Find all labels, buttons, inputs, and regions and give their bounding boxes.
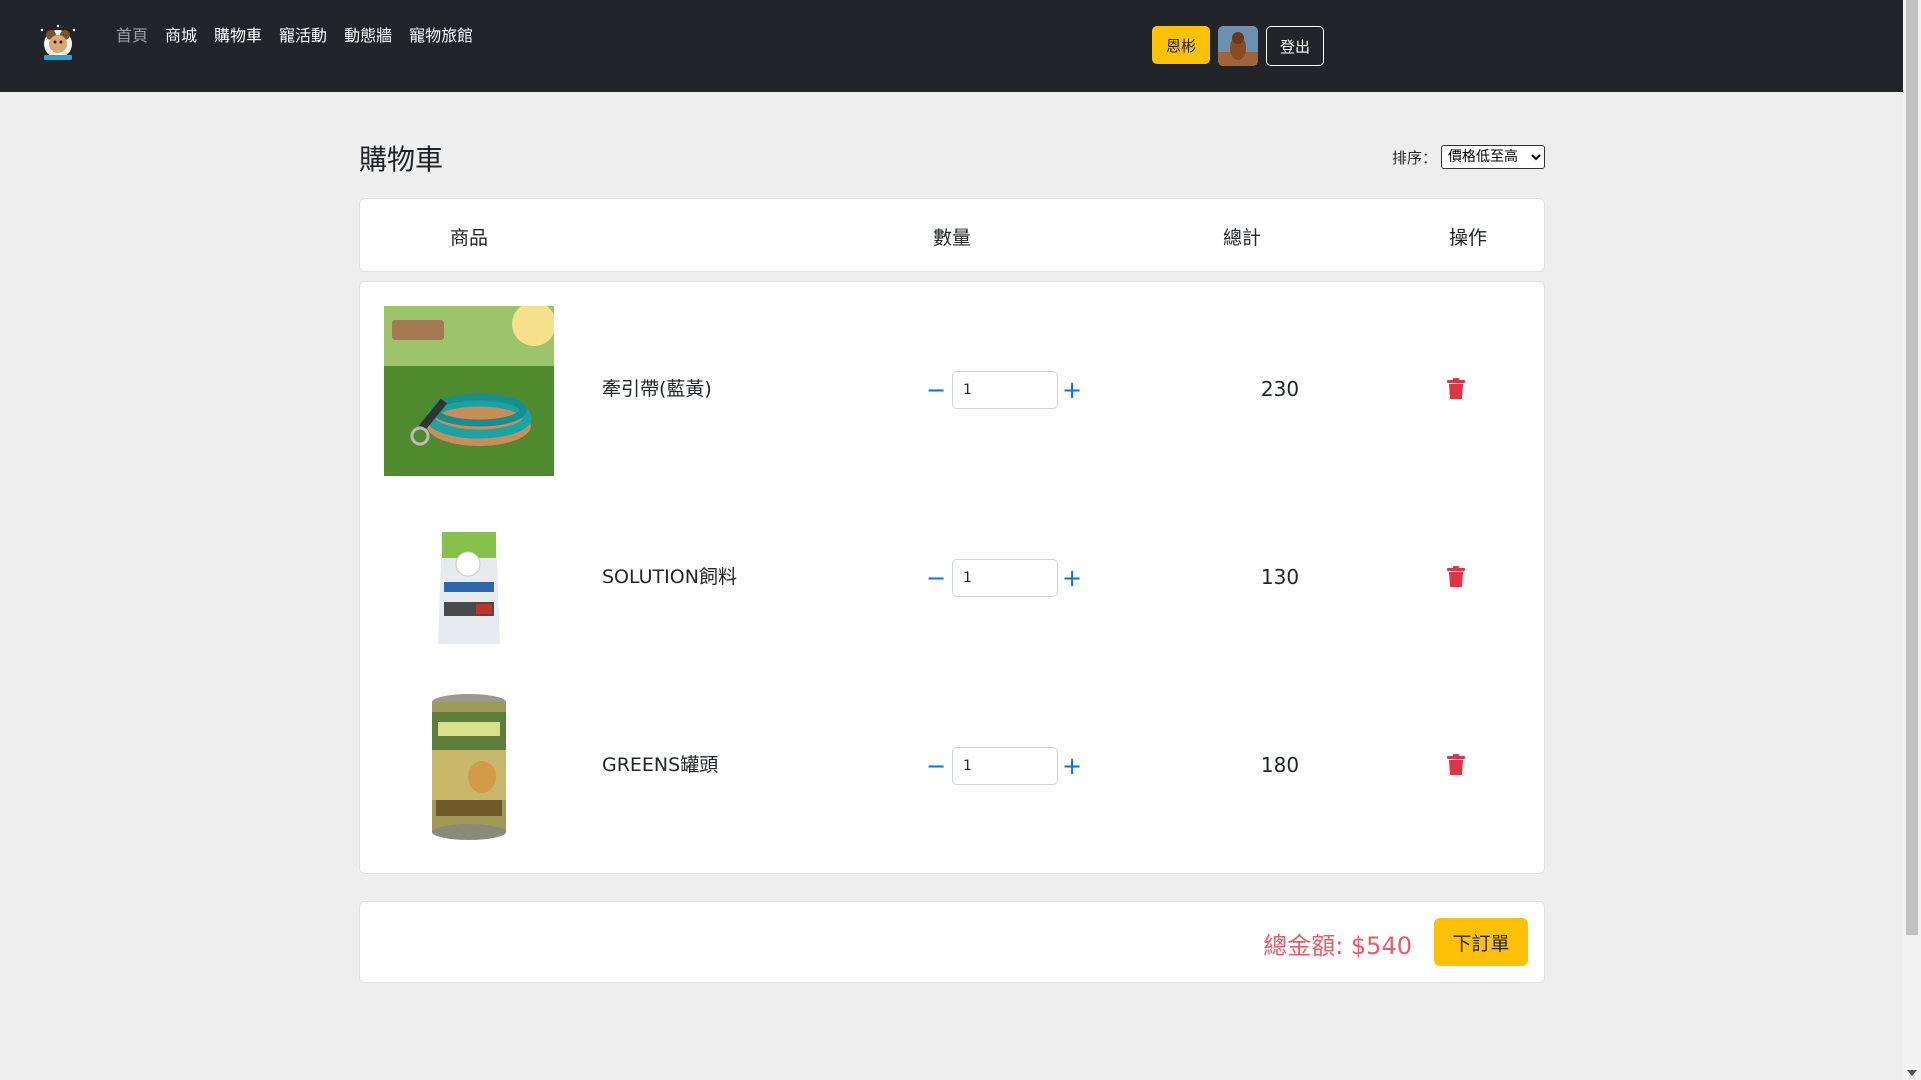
- sort-label: 排序：: [1392, 148, 1438, 167]
- avatar[interactable]: [1218, 26, 1258, 66]
- product-image-food-can: [384, 682, 554, 852]
- header-action: 操作: [1448, 227, 1488, 249]
- minus-icon: −: [925, 752, 947, 780]
- trash-icon: [1447, 378, 1465, 399]
- cart-table-header: 商品 數量 總計 操作: [359, 198, 1545, 272]
- sort-select[interactable]: 價格低至高: [1441, 145, 1546, 169]
- cart-summary: 總金額: $540 下訂單: [359, 901, 1545, 983]
- plus-icon: +: [1061, 752, 1083, 780]
- grand-total: 總金額: $540: [1263, 932, 1412, 960]
- user-name-button[interactable]: 恩彬: [1152, 26, 1210, 64]
- main-nav: 首頁 商城 購物車 寵活動 動態牆 寵物旅館: [116, 26, 473, 46]
- decrease-quantity-button[interactable]: −: [922, 752, 950, 780]
- quantity-input[interactable]: [952, 371, 1058, 409]
- quantity-stepper: − +: [922, 371, 1086, 409]
- item-name: 牽引帶(藍黃): [602, 378, 712, 400]
- header-quantity: 數量: [932, 227, 972, 249]
- nav-pet-events[interactable]: 寵活動: [279, 26, 327, 46]
- nav-home[interactable]: 首頁: [116, 26, 148, 46]
- quantity-stepper: − +: [922, 747, 1086, 785]
- nav-shop[interactable]: 商城: [165, 26, 197, 46]
- cart-row: SOLUTION飼料 − + 130: [360, 470, 1544, 658]
- delete-item-button[interactable]: [1447, 754, 1471, 780]
- delete-item-button[interactable]: [1447, 566, 1471, 592]
- product-image-leash: [384, 306, 554, 476]
- place-order-button[interactable]: 下訂單: [1434, 918, 1528, 966]
- delete-item-button[interactable]: [1447, 378, 1471, 404]
- nav-cart[interactable]: 購物車: [214, 26, 262, 46]
- item-name: GREENS罐頭: [602, 754, 719, 776]
- logout-button[interactable]: 登出: [1266, 26, 1324, 66]
- nav-feed[interactable]: 動態牆: [344, 26, 392, 46]
- increase-quantity-button[interactable]: +: [1058, 564, 1086, 592]
- sort-control: 排序： 價格低至高: [1392, 145, 1546, 169]
- quantity-input[interactable]: [952, 559, 1058, 597]
- quantity-stepper: − +: [922, 559, 1086, 597]
- trash-icon: [1447, 754, 1465, 775]
- decrease-quantity-button[interactable]: −: [922, 376, 950, 404]
- cart-items: 牽引帶(藍黃) − + 230 SOLUTION: [359, 281, 1545, 874]
- item-total: 130: [1260, 565, 1300, 589]
- page-scrollbar[interactable]: [1903, 0, 1921, 1080]
- plus-icon: +: [1061, 376, 1083, 404]
- trash-icon: [1447, 566, 1465, 587]
- minus-icon: −: [925, 376, 947, 404]
- quantity-input[interactable]: [952, 747, 1058, 785]
- item-total: 180: [1260, 753, 1300, 777]
- header-total: 總計: [1222, 227, 1262, 249]
- increase-quantity-button[interactable]: +: [1058, 752, 1086, 780]
- minus-icon: −: [925, 564, 947, 592]
- product-image-food-bag: [384, 494, 554, 664]
- page-title: 購物車: [359, 143, 444, 176]
- scroll-down-arrow-icon[interactable]: [1907, 1070, 1917, 1076]
- increase-quantity-button[interactable]: +: [1058, 376, 1086, 404]
- site-logo[interactable]: [36, 22, 80, 66]
- decrease-quantity-button[interactable]: −: [922, 564, 950, 592]
- scrollbar-thumb[interactable]: [1906, 0, 1918, 935]
- item-name: SOLUTION飼料: [602, 566, 737, 588]
- item-total: 230: [1260, 377, 1300, 401]
- nav-pet-hotel[interactable]: 寵物旅館: [409, 26, 473, 46]
- header-product: 商品: [449, 227, 489, 249]
- plus-icon: +: [1061, 564, 1083, 592]
- cart-row: 牽引帶(藍黃) − + 230: [360, 282, 1544, 476]
- top-navbar: 首頁 商城 購物車 寵活動 動態牆 寵物旅館 恩彬 登出: [0, 0, 1903, 92]
- cart-row: GREENS罐頭 − + 180: [360, 658, 1544, 846]
